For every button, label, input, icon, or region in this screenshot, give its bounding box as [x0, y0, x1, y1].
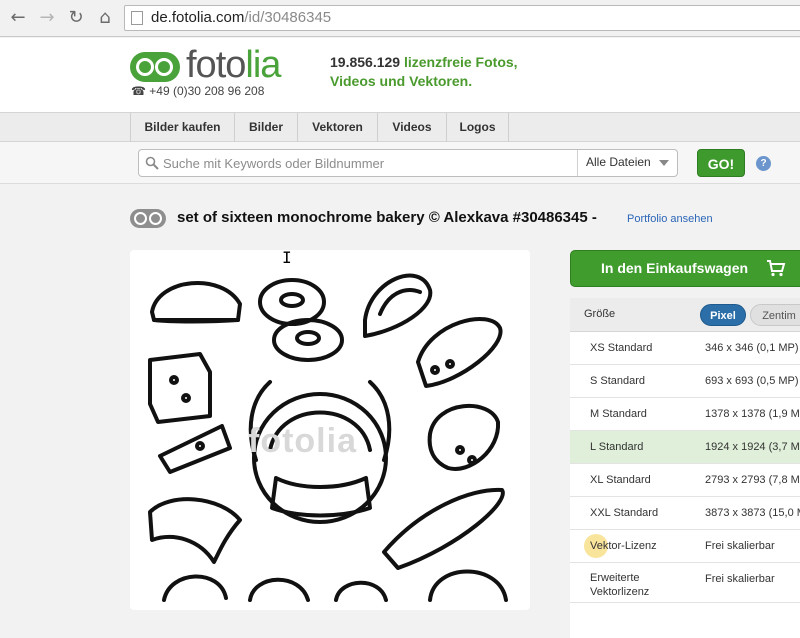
phone-number: ☎ +49 (0)30 208 96 208	[131, 84, 265, 98]
tagline-line-1: lizenzfreie Fotos,	[400, 54, 518, 70]
size-dimensions: 346 x 346 (0,1 MP)	[705, 342, 799, 354]
size-header-label: Größe	[584, 308, 616, 320]
size-row[interactable]: XXL Standard 3873 x 3873 (15,0 M	[570, 497, 800, 530]
size-name: XL Standard	[590, 474, 651, 486]
size-dimensions: Frei skalierbar	[705, 573, 775, 585]
muffin-icon	[162, 574, 228, 602]
menu-logos[interactable]: Logos	[446, 113, 509, 143]
menu-videos[interactable]: Videos	[377, 113, 446, 143]
site-logo-text[interactable]: fotolia	[186, 44, 281, 87]
croissant-icon	[148, 497, 242, 564]
url-text[interactable]: de.fotolia.com/id/30486345	[151, 9, 331, 26]
size-dimensions: 1378 x 1378 (1,9 M	[705, 408, 800, 420]
size-dimensions: 1924 x 1924 (3,7 M	[705, 441, 800, 453]
reload-icon[interactable]: ↻	[66, 8, 86, 28]
sliced-bread-icon	[416, 317, 503, 388]
web-page: fotolia ☎ +49 (0)30 208 96 208 19.856.12…	[0, 38, 800, 638]
size-name: S Standard	[590, 375, 646, 387]
home-icon[interactable]: ⌂	[95, 8, 115, 28]
size-dimensions: 3873 x 3873 (15,0 M	[705, 507, 800, 519]
size-row[interactable]: Erweiterte Vektorlizenz Frei skalierbar	[570, 563, 800, 603]
size-name: Erweiterte Vektorlizenz	[590, 572, 650, 598]
text-cursor: I	[282, 248, 292, 267]
size-row-selected[interactable]: L Standard 1924 x 1924 (3,7 M	[570, 431, 800, 464]
fotolia-badge-icon	[130, 209, 166, 228]
roll-icon	[334, 580, 388, 602]
cupcake-icon	[248, 577, 310, 602]
size-name: Vektor-Lizenz	[590, 540, 657, 552]
chevron-down-icon	[659, 160, 669, 166]
url-domain: de.fotolia.com	[151, 9, 245, 26]
size-options-table: Größe Pixel Zentim XS Standard 346 x 346…	[570, 298, 800, 638]
size-row[interactable]: M Standard 1378 x 1378 (1,9 M	[570, 398, 800, 431]
phone-text: +49 (0)30 208 96 208	[149, 84, 265, 98]
menu-bilder[interactable]: Bilder	[234, 113, 297, 143]
file-type-select[interactable]: Alle Dateien	[577, 150, 677, 176]
size-name: L Standard	[590, 441, 644, 453]
cart-label: In den Einkaufswagen	[601, 260, 749, 276]
shopping-cart-icon	[767, 260, 786, 277]
main-menu: Bilder kaufen Bilder Vektoren Videos Log…	[0, 112, 800, 143]
asset-title-row: set of sixteen monochrome bakery © Alexk…	[0, 206, 800, 232]
size-row[interactable]: Vektor-Lizenz Frei skalierbar	[570, 530, 800, 563]
cheese-icon	[158, 424, 232, 474]
search-icon	[145, 156, 159, 170]
image-preview[interactable]: fotolia	[130, 250, 530, 610]
size-row[interactable]: S Standard 693 x 693 (0,5 MP)	[570, 365, 800, 398]
tagline-line-2: Videos und Vektoren.	[330, 73, 473, 89]
size-row[interactable]: XS Standard 346 x 346 (0,1 MP)	[570, 332, 800, 365]
help-icon[interactable]: ?	[756, 156, 771, 171]
asset-title: set of sixteen monochrome bakery © Alexk…	[177, 209, 597, 226]
size-dimensions: Frei skalierbar	[705, 540, 775, 552]
add-to-cart-button[interactable]: In den Einkaufswagen	[570, 250, 800, 287]
menu-vektoren[interactable]: Vektoren	[297, 113, 377, 143]
logo-text-accent: lia	[245, 44, 281, 86]
back-icon[interactable]: ←	[8, 8, 28, 28]
logo-text-main: foto	[186, 44, 246, 86]
round-bread-icon	[427, 403, 501, 471]
size-dimensions: 693 x 693 (0,5 MP)	[705, 375, 799, 387]
search-placeholder: Suche mit Keywords oder Bildnummer	[163, 156, 385, 171]
size-name: M Standard	[590, 408, 647, 420]
size-name: XS Standard	[590, 342, 653, 354]
bread-roll-icon	[428, 569, 508, 602]
unit-cm-button[interactable]: Zentim	[750, 304, 800, 326]
browser-toolbar: ← → ↻ ⌂ de.fotolia.com/id/30486345	[0, 0, 800, 37]
bread-loaf-icon	[150, 281, 242, 324]
address-bar[interactable]: de.fotolia.com/id/30486345	[124, 5, 800, 31]
size-row[interactable]: XL Standard 2793 x 2793 (7,8 M	[570, 464, 800, 497]
file-type-value: Alle Dateien	[586, 155, 651, 169]
tagline-count: 19.856.129	[330, 54, 401, 70]
tagline: 19.856.129 lizenzfreie Fotos, Videos und…	[330, 53, 518, 91]
url-path: /id/30486345	[244, 9, 332, 26]
watermark: fotolia	[248, 422, 357, 460]
toast-bread-icon	[148, 352, 212, 424]
menu-bilder-kaufen[interactable]: Bilder kaufen	[130, 113, 234, 143]
unit-pixel-button[interactable]: Pixel	[700, 304, 746, 326]
search-go-button[interactable]: GO!	[697, 149, 745, 177]
page-icon	[131, 11, 143, 25]
search-bar: Suche mit Keywords oder Bildnummer Alle …	[0, 142, 800, 184]
search-input[interactable]: Suche mit Keywords oder Bildnummer Alle …	[138, 149, 678, 177]
braided-bread-icon	[363, 273, 433, 338]
size-dimensions: 2793 x 2793 (7,8 M	[705, 474, 800, 486]
size-table-header: Größe Pixel Zentim	[570, 298, 800, 332]
size-name: XXL Standard	[590, 507, 659, 519]
site-header: fotolia ☎ +49 (0)30 208 96 208 19.856.12…	[0, 38, 800, 112]
bagel-icon	[258, 278, 326, 326]
fotolia-logo-icon[interactable]	[130, 52, 180, 82]
forward-icon[interactable]: →	[37, 8, 57, 28]
portfolio-link[interactable]: Portfolio ansehen	[627, 213, 713, 225]
baguette-icon	[382, 487, 505, 570]
